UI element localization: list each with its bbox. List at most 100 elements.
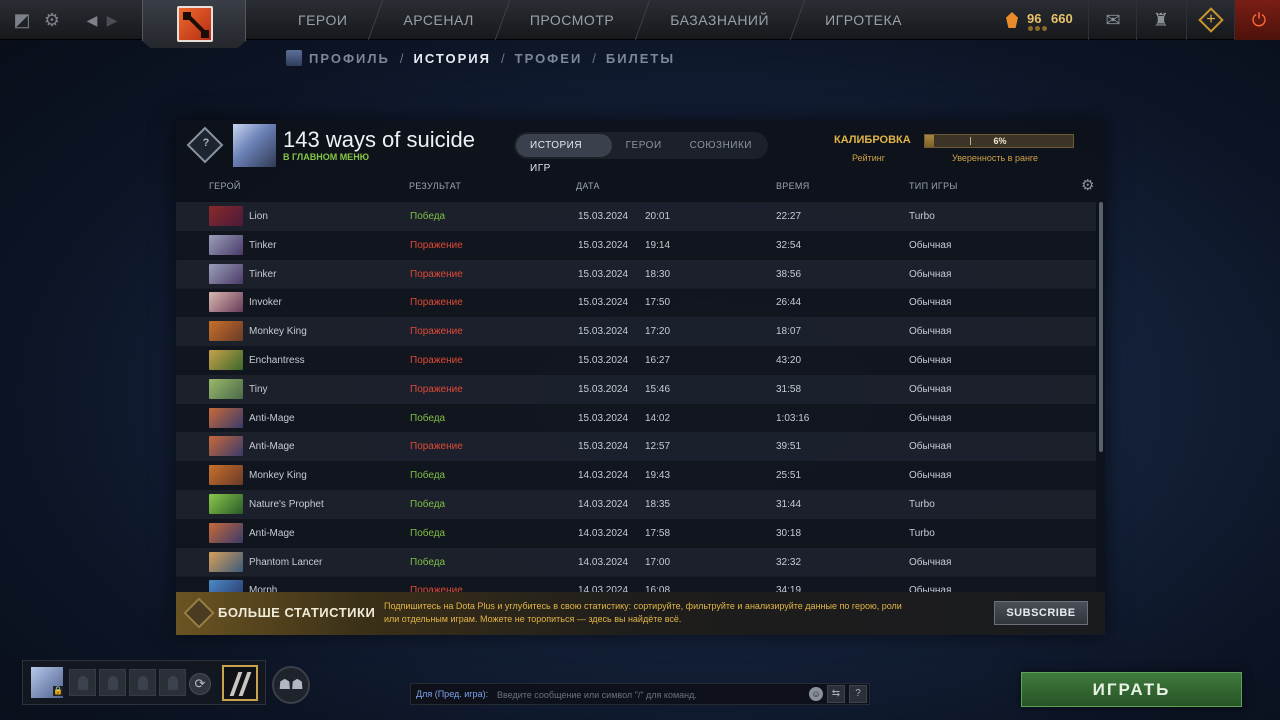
match-duration: 26:44 <box>776 297 802 309</box>
chat-bar: Для (Пред. игра): ☺ ⇆ ? <box>410 683 870 705</box>
scrollbar[interactable] <box>1099 202 1103 452</box>
shards-value: 96 <box>1027 11 1042 26</box>
party-icon[interactable]: ☗☗ <box>272 666 310 704</box>
dota-plus-button[interactable]: + <box>1186 0 1234 40</box>
header-hero[interactable]: ГЕРОЙ <box>209 181 241 191</box>
nav-armory[interactable]: АРСЕНАЛ <box>375 0 501 40</box>
tactics-button[interactable] <box>222 665 258 701</box>
emoji-icon[interactable]: ☺ <box>809 687 823 701</box>
hero-name: Tinker <box>249 239 277 251</box>
currency-value: 660 <box>1051 11 1073 26</box>
party-slot[interactable] <box>99 669 126 696</box>
hero-name: Tiny <box>249 383 268 395</box>
table-row[interactable]: Morph Поражение 14.03.2024 16:08 34:19 Обычна… <box>176 576 1096 592</box>
header-result[interactable]: РЕЗУЛЬТАТ <box>409 181 461 191</box>
forward-arrow-icon[interactable]: ▶ <box>100 8 124 32</box>
tab-allies[interactable]: СОЮЗНИКИ <box>676 134 766 157</box>
hero-portrait <box>209 350 243 370</box>
match-mode: Обычная <box>909 585 952 592</box>
table-row[interactable]: Tiny Поражение 15.03.2024 15:46 31:58 Обычная <box>176 374 1096 404</box>
nav-heroes[interactable]: ГЕРОИ <box>270 0 375 40</box>
party-slot[interactable] <box>159 669 186 696</box>
table-row[interactable]: Monkey King Поражение 15.03.2024 17:20 18:07… <box>176 317 1096 347</box>
party-slot[interactable] <box>69 669 96 696</box>
nav-arcade[interactable]: ИГРОТЕКА <box>797 0 930 40</box>
currency-dots <box>1028 26 1050 31</box>
match-result: Поражение <box>410 268 463 280</box>
subnav-history[interactable]: ИСТОРИЯ <box>414 51 492 66</box>
match-date: 14.03.2024 <box>578 556 629 568</box>
match-duration: 30:18 <box>776 527 802 539</box>
subscribe-button[interactable]: SUBSCRIBE <box>994 601 1088 625</box>
match-time: 16:08 <box>645 585 671 592</box>
table-row[interactable]: Tinker Поражение 15.03.2024 18:30 38:56 Обычн… <box>176 259 1096 289</box>
match-result: Победа <box>410 499 446 510</box>
hero-name: Anti-Mage <box>249 412 295 424</box>
hero-portrait <box>209 321 243 342</box>
player-avatar[interactable] <box>233 124 276 167</box>
table-row[interactable]: Anti-Mage Победа 15.03.2024 14:02 1:03:16 Обы… <box>176 403 1096 433</box>
table-row[interactable]: Anti-Mage Поражение 15.03.2024 12:57 39:51 Об… <box>176 432 1096 462</box>
match-result: Победа <box>410 527 446 539</box>
match-date: 14.03.2024 <box>578 585 629 592</box>
subnav-tickets[interactable]: БИЛЕТЫ <box>606 51 675 66</box>
chat-input[interactable] <box>497 685 807 704</box>
armory-icon: ♜ <box>1152 10 1170 30</box>
nav-learn[interactable]: БАЗАЗНАНИЙ <box>642 0 797 40</box>
confidence-value: 6% <box>993 136 1007 146</box>
exit-button[interactable]: ⏻ <box>1234 0 1280 40</box>
table-row[interactable]: Enchantress Поражение 15.03.2024 16:27 43:20… <box>176 346 1096 375</box>
match-history-panel: ? 143 ways of suicide В ГЛАВНОМ МЕНЮ ИСТ… <box>176 120 1105 635</box>
chat-settings-icon[interactable]: ⇆ <box>827 685 845 703</box>
header-duration[interactable]: ВРЕМЯ <box>776 181 810 191</box>
match-mode: Обычная <box>909 441 952 453</box>
match-mode: Обычная <box>909 355 952 366</box>
table-row[interactable]: Lion Победа 15.03.2024 20:01 22:27 Turbo <box>176 202 1096 231</box>
history-tabs: ИСТОРИЯ ИГР ГЕРОИ СОЮЗНИКИ <box>514 132 768 174</box>
top-bar: ◩ ⚙ ◀ ▶ ГЕРОИ АРСЕНАЛ ПРОСМОТР БАЗАЗНАНИ… <box>0 0 1280 48</box>
dota-mini-icon[interactable]: ◩ <box>10 8 34 32</box>
party-slot[interactable] <box>129 669 156 696</box>
settings-gear-icon[interactable]: ⚙ <box>40 8 64 32</box>
hero-name: Lion <box>249 211 268 222</box>
tab-heroes[interactable]: ГЕРОИ <box>612 134 676 157</box>
subnav-profile[interactable]: ПРОФИЛЬ <box>309 51 390 66</box>
gear-icon[interactable]: ⚙ <box>1081 178 1094 193</box>
match-result: Победа <box>410 470 446 482</box>
chat-target[interactable]: Для (Пред. игра): <box>416 689 488 699</box>
match-time: 17:00 <box>645 556 671 568</box>
mail-icon: ✉ <box>1105 10 1121 30</box>
header-date[interactable]: ДАТА <box>576 181 600 191</box>
match-mode: Turbo <box>909 499 935 510</box>
match-duration: 39:51 <box>776 441 802 453</box>
table-row[interactable]: Phantom Lancer Победа 14.03.2024 17:00 32:32… <box>176 547 1096 577</box>
match-duration: 38:56 <box>776 268 802 280</box>
nav-watch[interactable]: ПРОСМОТР <box>502 0 642 40</box>
hero-name: Morph <box>249 585 278 592</box>
mail-button[interactable]: ✉ <box>1088 0 1136 40</box>
power-icon: ⏻ <box>1251 10 1267 30</box>
help-icon[interactable]: ? <box>849 685 867 703</box>
table-row[interactable]: Nature's Prophet Победа 14.03.2024 18:35 31:… <box>176 490 1096 519</box>
subnav-trophies[interactable]: ТРОФЕИ <box>515 51 583 66</box>
table-row[interactable]: Invoker Поражение 15.03.2024 17:50 26:44 Обыч… <box>176 288 1096 318</box>
currency-display[interactable]: 96 660 <box>1000 0 1088 40</box>
match-mode: Обычная <box>909 556 952 568</box>
play-button[interactable]: ИГРАТЬ <box>1021 672 1242 707</box>
refresh-icon[interactable]: ⟳ <box>189 673 211 695</box>
table-row[interactable]: Monkey King Победа 14.03.2024 19:43 25:51 Обы… <box>176 461 1096 491</box>
match-result: Победа <box>410 556 446 568</box>
hero-portrait <box>209 436 243 457</box>
table-row[interactable]: Tinker Поражение 15.03.2024 19:14 32:54 Обычн… <box>176 230 1096 260</box>
dota-logo[interactable] <box>142 0 246 48</box>
match-duration: 22:27 <box>776 211 802 222</box>
tab-match-history[interactable]: ИСТОРИЯ ИГР <box>516 134 612 174</box>
match-duration: 34:19 <box>776 585 802 592</box>
hero-portrait <box>209 551 243 572</box>
match-date: 15.03.2024 <box>578 239 629 251</box>
match-duration: 18:07 <box>776 326 802 338</box>
match-mode: Turbo <box>909 211 935 222</box>
header-mode[interactable]: ТИП ИГРЫ <box>909 181 958 191</box>
table-row[interactable]: Anti-Mage Победа 14.03.2024 17:58 30:18 Turbo <box>176 518 1096 548</box>
armory-button[interactable]: ♜ <box>1136 0 1184 40</box>
